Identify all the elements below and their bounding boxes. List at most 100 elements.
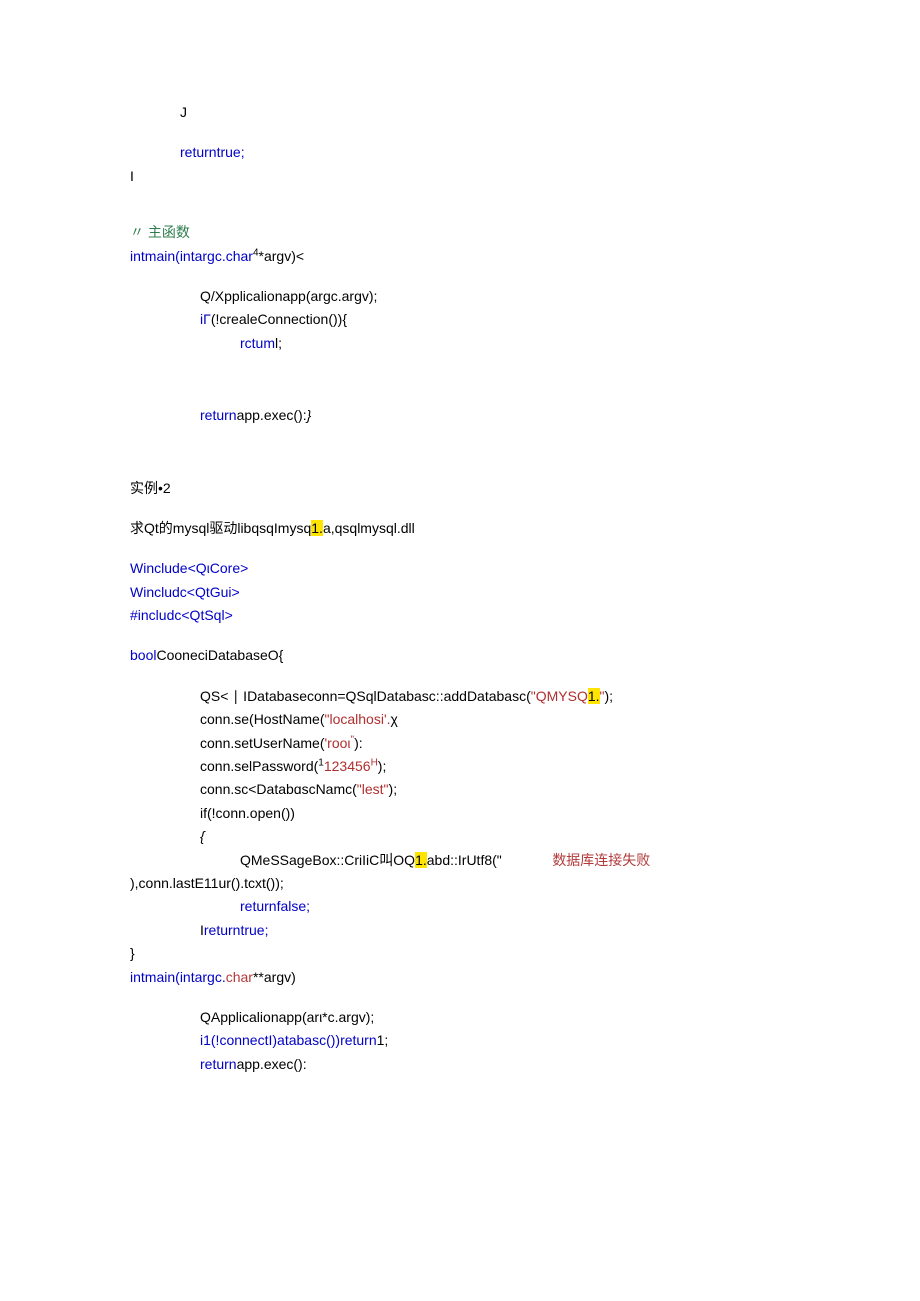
code-line	[130, 124, 790, 140]
code-token: return	[200, 1056, 237, 1072]
code-token: H	[371, 757, 378, 768]
code-line: if(!conn.open())	[130, 802, 790, 824]
code-token: ),conn.lastE11ur().tcxt());	[130, 875, 284, 891]
code-line: QS< ∣ IDatabaseconn=QSqlDatabasc::addDat…	[130, 685, 790, 707]
code-token: );	[378, 758, 387, 774]
code-token: <QtGui>	[187, 584, 240, 600]
code-token: main(	[145, 969, 180, 985]
code-line: QApplicalionapp(arι*c.argv);	[130, 1006, 790, 1028]
code-token: rctum	[240, 335, 275, 351]
code-line: i1(!connectI)atabasc())return1;	[130, 1029, 790, 1051]
code-line	[130, 627, 790, 643]
code-token: int	[130, 248, 145, 264]
code-token: J	[180, 104, 187, 120]
code-line: conn.setUserName('rooι"):	[130, 732, 790, 754]
code-token: true;	[217, 144, 245, 160]
code-token: argc.	[195, 248, 226, 264]
code-line: boolCooneciDatabaseO{	[130, 644, 790, 666]
code-token: 1.	[311, 520, 323, 536]
code-token: false;	[277, 898, 310, 914]
code-line: }	[130, 942, 790, 964]
code-line: I	[130, 165, 790, 187]
code-token: conn.setUserName(	[200, 735, 325, 751]
code-token: ):	[354, 735, 363, 751]
code-line: ),conn.lastE11ur().tcxt());	[130, 872, 790, 894]
code-token: Q/Xpplicalionapp(argc.argv);	[200, 288, 377, 304]
code-token: app.exec():	[237, 1056, 307, 1072]
code-token: return	[200, 407, 237, 423]
code-line	[130, 460, 790, 476]
code-token: );	[605, 688, 614, 704]
code-line: returnfalse;	[130, 895, 790, 917]
code-token: true;	[240, 922, 268, 938]
code-token: 求Qt的mysql驱动libqsqImysq	[130, 520, 311, 536]
code-token: if(!conn.open())	[200, 805, 295, 821]
code-line: 实例•2	[130, 477, 790, 499]
code-token: return	[340, 1032, 377, 1048]
code-line	[130, 540, 790, 556]
code-token: 数据库连接失败	[552, 852, 650, 868]
code-token: argc.	[195, 969, 226, 985]
code-token: char	[226, 969, 253, 985]
code-line	[130, 188, 790, 220]
code-token: CooneciDatabaseO{	[156, 647, 283, 663]
code-token: Winclude	[130, 560, 188, 576]
code-token: 'rooι	[325, 735, 351, 751]
code-token: l;	[275, 335, 282, 351]
code-token: "localhosi'.	[325, 711, 391, 727]
code-line: 〃 主函数	[130, 221, 790, 243]
code-line: rctuml;	[130, 332, 790, 354]
code-line	[130, 428, 790, 460]
code-token: Wincludc	[130, 584, 187, 600]
code-line: conn.se(HostName("localhosi'.χ	[130, 708, 790, 730]
code-line: intmain(intargc.char4*argv)<	[130, 245, 790, 267]
code-token: 1.	[588, 688, 600, 704]
code-line: Ireturntrue;	[130, 919, 790, 941]
code-token: <QιCore>	[188, 560, 249, 576]
code-line: Q/Xpplicalionapp(argc.argv);	[130, 285, 790, 307]
code-token: I	[130, 168, 134, 184]
code-token: "lest"	[357, 781, 389, 797]
code-token: }	[307, 407, 312, 423]
code-token: *argv)<	[259, 248, 305, 264]
code-token: "QMYSQ	[531, 688, 588, 704]
code-token: app.exec():	[237, 407, 307, 423]
code-token: a,qsqlmysql.dll	[323, 520, 415, 536]
code-line	[130, 268, 790, 284]
code-token: QApplicalionapp(arι*c.argv);	[200, 1009, 374, 1025]
code-token: 〃 主函数	[130, 224, 190, 240]
code-token: abd::IrUtf8("	[427, 852, 553, 868]
code-token: int	[130, 969, 145, 985]
code-line: conn.selPassword(1123456H);	[130, 755, 790, 777]
code-token: return	[180, 144, 217, 160]
code-token: main(	[145, 248, 180, 264]
code-token: 1;	[377, 1032, 389, 1048]
code-token: int	[180, 969, 195, 985]
code-token: 1.	[415, 852, 427, 868]
code-token: {	[200, 828, 205, 844]
code-token: }	[130, 945, 135, 961]
code-token: );	[389, 781, 398, 797]
code-token: iΓ	[200, 311, 211, 327]
code-line: returnapp.exec():}	[130, 404, 790, 426]
code-line: {	[130, 825, 790, 847]
code-line: #includc<QtSql>	[130, 604, 790, 626]
code-line: J	[130, 101, 790, 123]
code-token: conn.se(HostName(	[200, 711, 325, 727]
code-line: returnapp.exec():	[130, 1053, 790, 1075]
code-token: QS< ∣ IDatabaseconn=QSqlDatabasc::addDat…	[200, 688, 531, 704]
document-body: Jreturntrue;I〃 主函数intmain(intargc.char4*…	[130, 101, 790, 1075]
code-line: Wincludc<QtGui>	[130, 581, 790, 603]
code-token: return	[204, 922, 241, 938]
code-line: QMeSSageBox::CriIiC叫OQ1.abd::IrUtf8(" 数据…	[130, 849, 790, 871]
code-token: #includc	[130, 607, 181, 623]
code-token: 实例•2	[130, 480, 171, 496]
code-line: 求Qt的mysql驱动libqsqImysq1.a,qsqlmysql.dll	[130, 517, 790, 539]
code-token: 123456	[324, 758, 371, 774]
code-token: bool	[130, 647, 156, 663]
code-token: QMeSSageBox::CriIiC叫OQ	[240, 852, 415, 868]
code-token: **argv)	[253, 969, 296, 985]
code-line	[130, 989, 790, 1005]
code-token: <QtSql>	[181, 607, 232, 623]
code-line: returntrue;	[130, 141, 790, 163]
